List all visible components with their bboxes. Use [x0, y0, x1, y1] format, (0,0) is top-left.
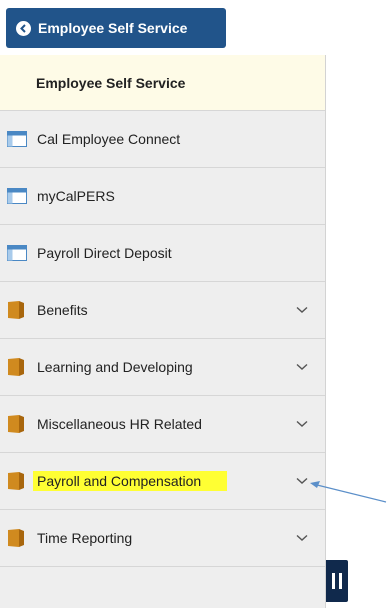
pause-icon-bar [332, 573, 335, 589]
chevron-down-icon[interactable] [296, 534, 308, 542]
panel-title: Employee Self Service [0, 55, 325, 111]
nav-item-label: Payroll Direct Deposit [37, 245, 172, 261]
nav-item-label: Miscellaneous HR Related [37, 416, 202, 432]
navigation-panel: Employee Self Service Cal Employee Conne… [0, 55, 326, 608]
folder-icon [7, 357, 25, 377]
chevron-down-icon[interactable] [296, 306, 308, 314]
nav-item-miscellaneous-hr-related[interactable]: Miscellaneous HR Related [0, 396, 325, 453]
page-icon [7, 245, 27, 261]
nav-item-time-reporting[interactable]: Time Reporting [0, 510, 325, 567]
nav-item-benefits[interactable]: Benefits [0, 282, 325, 339]
folder-icon [7, 471, 25, 491]
chevron-down-icon[interactable] [296, 420, 308, 428]
chevron-down-icon[interactable] [296, 477, 308, 485]
nav-item-cal-employee-connect[interactable]: Cal Employee Connect [0, 111, 325, 168]
page-icon [7, 131, 27, 147]
folder-icon [7, 414, 25, 434]
pause-icon-bar [339, 573, 342, 589]
back-button[interactable]: Employee Self Service [6, 8, 226, 48]
page-icon [7, 188, 27, 204]
nav-item-label: Payroll and Compensation [33, 471, 228, 491]
nav-item-label: Benefits [37, 302, 88, 318]
collapse-panel-handle[interactable] [326, 560, 348, 602]
nav-item-label: Time Reporting [37, 530, 133, 546]
chevron-left-icon [16, 20, 31, 36]
nav-item-label: Learning and Developing [37, 359, 193, 375]
nav-item-learning-and-developing[interactable]: Learning and Developing [0, 339, 325, 396]
nav-item-payroll-direct-deposit[interactable]: Payroll Direct Deposit [0, 225, 325, 282]
back-button-label: Employee Self Service [38, 20, 188, 36]
folder-icon [7, 528, 25, 548]
nav-item-label: myCalPERS [37, 188, 115, 204]
top-bar: Employee Self Service [0, 0, 388, 60]
nav-item-mycalpers[interactable]: myCalPERS [0, 168, 325, 225]
folder-icon [7, 300, 25, 320]
chevron-down-icon[interactable] [296, 363, 308, 371]
nav-item-payroll-and-compensation[interactable]: Payroll and Compensation [0, 453, 325, 510]
nav-item-label: Cal Employee Connect [37, 131, 181, 147]
